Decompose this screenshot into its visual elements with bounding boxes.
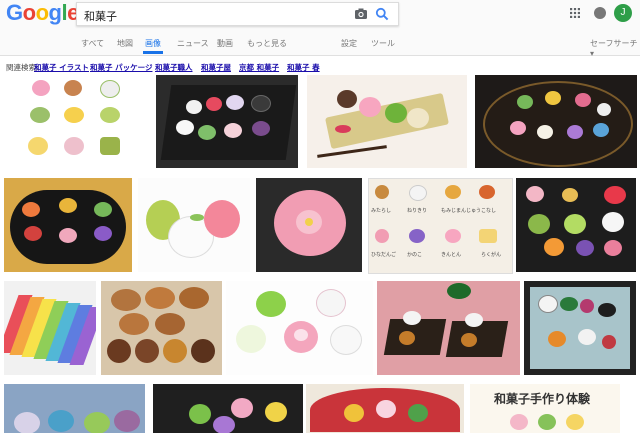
related-search-link[interactable]: 京都 和菓子 xyxy=(239,62,279,73)
image-result[interactable] xyxy=(156,75,298,168)
active-tab-indicator xyxy=(143,51,163,54)
image-result[interactable] xyxy=(138,178,250,272)
bell-icon[interactable] xyxy=(594,7,606,19)
apps-grid-icon[interactable] xyxy=(570,8,580,18)
image-result[interactable] xyxy=(101,281,222,375)
avatar[interactable]: J xyxy=(614,4,632,22)
image-result[interactable] xyxy=(306,384,464,433)
tab-videos[interactable]: 動画 xyxy=(217,38,233,49)
related-search-link[interactable]: 和菓子職人 xyxy=(155,62,193,73)
search-icon[interactable] xyxy=(375,7,389,21)
tab-more[interactable]: もっと見る xyxy=(247,38,287,49)
tab-all[interactable]: すべて xyxy=(81,38,104,49)
image-result[interactable] xyxy=(475,75,637,168)
card-label: ひなだんご xyxy=(371,252,397,258)
card-label: かのこ xyxy=(407,252,423,258)
search-input[interactable]: 和菓子 xyxy=(84,8,117,24)
image-result[interactable] xyxy=(307,75,467,168)
tab-images[interactable]: 画像 xyxy=(145,38,161,49)
tab-maps[interactable]: 地図 xyxy=(117,38,133,49)
image-result[interactable] xyxy=(4,75,147,168)
banner-text: 和菓子手作り体験 xyxy=(494,392,591,406)
card-label: もみじまんじゅう xyxy=(441,208,482,214)
camera-icon[interactable] xyxy=(354,7,368,21)
logo-letter: G xyxy=(6,0,23,25)
card-label: みたらし xyxy=(371,208,392,214)
related-search-link[interactable]: 和菓子 パッケージ xyxy=(90,62,152,73)
card-label: らくがん xyxy=(481,252,502,258)
related-search-link[interactable]: 和菓子屋 xyxy=(201,62,231,73)
image-result[interactable] xyxy=(4,178,132,272)
related-search-link[interactable]: 和菓子 春 xyxy=(287,62,320,73)
tab-news[interactable]: ニュース xyxy=(177,38,209,49)
related-search-link[interactable]: 和菓子 イラスト xyxy=(34,62,89,73)
logo-letter: o xyxy=(35,0,49,25)
logo-letter: o xyxy=(22,0,36,25)
image-result[interactable] xyxy=(524,281,636,375)
image-result[interactable] xyxy=(4,384,145,433)
image-result[interactable] xyxy=(226,281,373,375)
image-result[interactable] xyxy=(153,384,303,433)
image-result[interactable] xyxy=(4,281,96,375)
card-label: こなし xyxy=(481,208,497,214)
logo-letter: g xyxy=(48,0,62,25)
top-bar: Google 和菓子 J すべて 地図 画像 ニュース 動画 もっと見る 設定 … xyxy=(0,0,640,58)
card-label: きんとん xyxy=(441,252,462,258)
image-result[interactable] xyxy=(256,178,362,272)
search-box[interactable]: 和菓子 xyxy=(76,2,399,26)
tab-settings[interactable]: 設定 xyxy=(341,38,357,49)
image-result[interactable] xyxy=(516,178,636,272)
image-result[interactable]: みたらし ねりきり もみじまんじゅう こなし ひなだんご かのこ きんとん らく… xyxy=(368,178,513,274)
safe-search-dropdown[interactable]: セーフサーチ ▾ xyxy=(590,38,640,58)
image-result[interactable]: 和菓子手作り体験 xyxy=(470,384,620,433)
image-result[interactable] xyxy=(377,281,520,375)
tab-tools[interactable]: ツール xyxy=(371,38,395,49)
google-logo[interactable]: Google xyxy=(6,0,79,25)
card-label: ねりきり xyxy=(407,208,428,214)
